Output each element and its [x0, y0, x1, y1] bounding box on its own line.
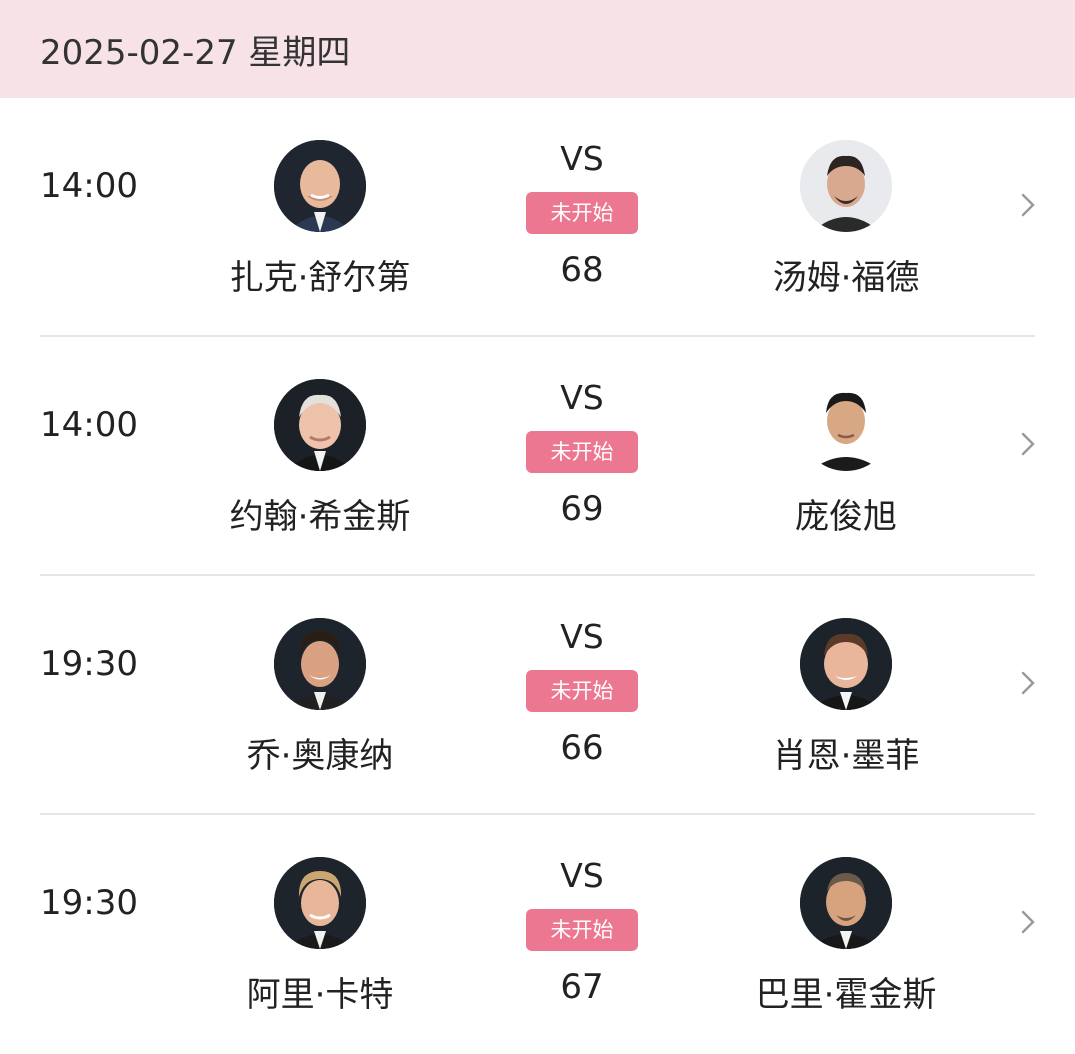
match-time: 14:00 [40, 405, 138, 445]
player-one[interactable]: 乔·奥康纳 [190, 618, 450, 777]
player-two-name: 肖恩·墨菲 [772, 736, 920, 776]
status-badge: 未开始 [526, 192, 638, 234]
match-number: 68 [560, 250, 604, 290]
match-time: 19:30 [40, 883, 138, 923]
player-one-avatar [274, 857, 366, 949]
chevron-right-icon[interactable] [1017, 192, 1039, 218]
match-time: 19:30 [40, 644, 138, 684]
vs-label: VS [560, 617, 604, 656]
player-two-avatar [800, 857, 892, 949]
player-two-name: 巴里·霍金斯 [755, 975, 937, 1015]
date-header: 2025-02-27 星期四 [0, 0, 1075, 98]
player-one-avatar [274, 379, 366, 471]
player-one[interactable]: 约翰·希金斯 [190, 379, 450, 538]
match-time: 14:00 [40, 166, 138, 206]
player-one[interactable]: 扎克·舒尔第 [190, 140, 450, 299]
player-one-avatar [274, 618, 366, 710]
player-two-avatar [800, 379, 892, 471]
player-one-name: 乔·奥康纳 [246, 736, 394, 776]
chevron-right-icon[interactable] [1017, 670, 1039, 696]
player-one-avatar [274, 140, 366, 232]
status-badge: 未开始 [526, 670, 638, 712]
player-two[interactable]: 巴里·霍金斯 [716, 857, 976, 1016]
match-center: VS 未开始 66 [520, 618, 644, 768]
chevron-right-icon[interactable] [1017, 909, 1039, 935]
chevron-right-icon[interactable] [1017, 431, 1039, 457]
match-center: VS 未开始 68 [520, 140, 644, 290]
match-row[interactable]: 14:00 约翰·希金斯 VS 未开始 69 庞俊旭 [0, 337, 1075, 576]
player-two-avatar [800, 140, 892, 232]
match-number: 69 [560, 489, 604, 529]
player-two-name: 庞俊旭 [795, 497, 897, 537]
match-center: VS 未开始 69 [520, 379, 644, 529]
player-two-name: 汤姆·福德 [772, 258, 920, 298]
player-two[interactable]: 汤姆·福德 [716, 140, 976, 299]
player-one-name: 扎克·舒尔第 [229, 258, 411, 298]
status-badge: 未开始 [526, 909, 638, 951]
date-label: 2025-02-27 星期四 [40, 32, 351, 73]
match-number: 67 [560, 967, 604, 1007]
match-row[interactable]: 14:00 扎克·舒尔第 VS 未开始 68 汤姆·福德 [0, 98, 1075, 337]
vs-label: VS [560, 139, 604, 178]
player-two[interactable]: 庞俊旭 [716, 379, 976, 538]
match-row[interactable]: 19:30 乔·奥康纳 VS 未开始 66 肖恩·墨菲 [0, 576, 1075, 815]
player-two-avatar [800, 618, 892, 710]
match-number: 66 [560, 728, 604, 768]
player-one-name: 约翰·希金斯 [229, 497, 411, 537]
match-list: 14:00 扎克·舒尔第 VS 未开始 68 汤姆·福德 14:00 约翰·希金… [0, 98, 1075, 1054]
status-badge: 未开始 [526, 431, 638, 473]
vs-label: VS [560, 856, 604, 895]
player-two[interactable]: 肖恩·墨菲 [716, 618, 976, 777]
vs-label: VS [560, 378, 604, 417]
match-center: VS 未开始 67 [520, 857, 644, 1007]
player-one-name: 阿里·卡特 [246, 975, 394, 1015]
match-row[interactable]: 19:30 阿里·卡特 VS 未开始 67 巴里·霍金斯 [0, 815, 1075, 1054]
player-one[interactable]: 阿里·卡特 [190, 857, 450, 1016]
